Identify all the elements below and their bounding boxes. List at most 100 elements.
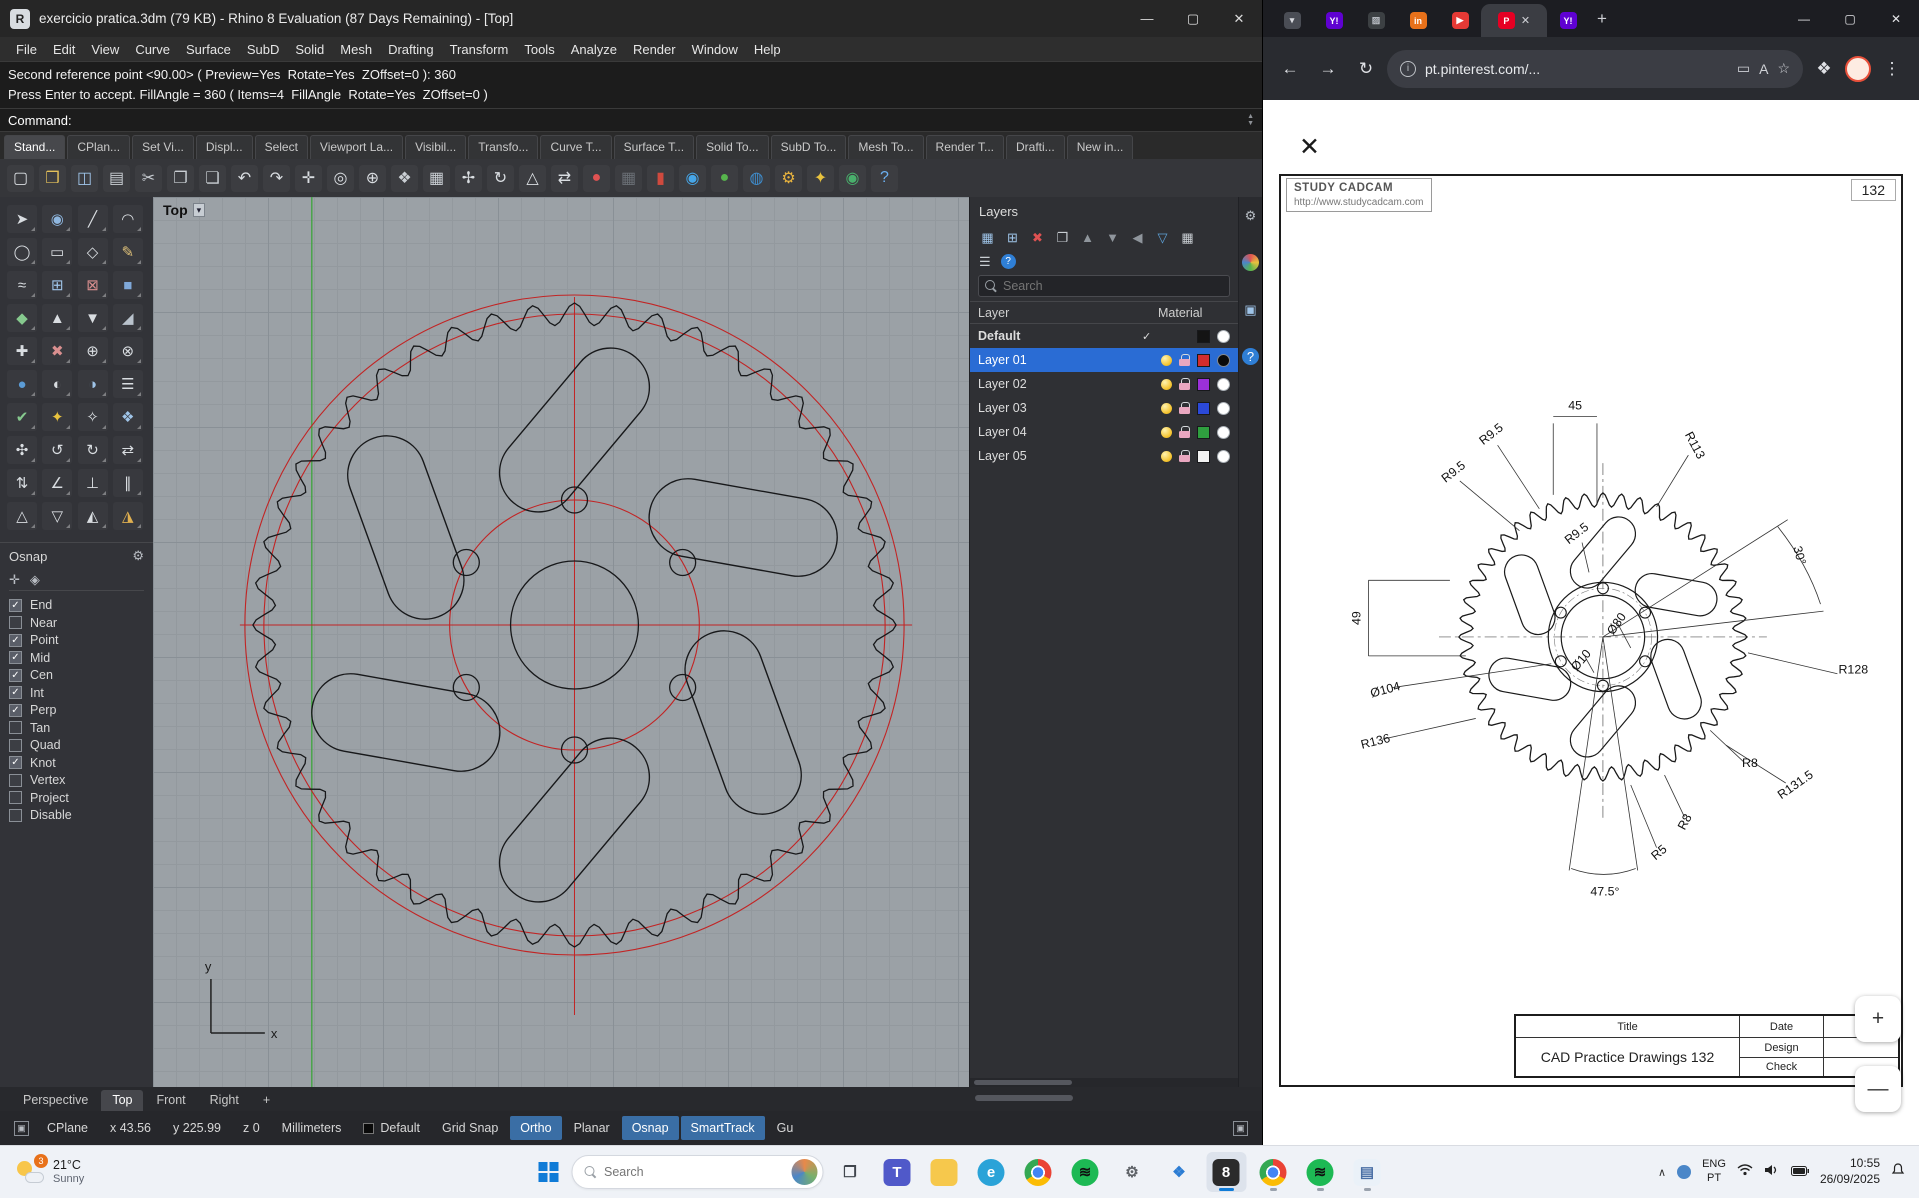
viewport-dropdown-icon[interactable]: ▾ [193,203,206,217]
status-item[interactable]: SmartTrack [681,1116,765,1140]
status-item[interactable]: CPlane [37,1116,98,1140]
toolbar-tab[interactable]: Visibil... [405,135,466,159]
layer-color-swatch[interactable] [1197,330,1210,343]
osnap-tool-icon[interactable]: ◈ [30,572,40,588]
toolbar-tool-icon[interactable]: ● [583,165,610,192]
osnap-option[interactable]: ✓ Quad [9,738,144,752]
browser-tab[interactable]: P ✕ [1481,4,1547,37]
toolbar-tool-icon[interactable]: ▮ [647,165,674,192]
close-button[interactable]: ✕ [1873,0,1919,37]
osnap-checkbox[interactable]: ✓ [9,599,22,612]
battery-icon[interactable] [1791,1163,1809,1181]
layers-toolbar-icon[interactable]: ▦ [1179,230,1196,246]
taskbar-search[interactable] [571,1155,823,1189]
layer-lock-icon[interactable] [1179,426,1190,438]
sidebar-tool-icon[interactable]: ◮ [113,502,143,530]
viewport-label[interactable]: Top ▾ [163,202,205,218]
toolbar-tab[interactable]: CPlan... [67,135,130,159]
taskbar-app-icon[interactable]: 8 [1206,1152,1246,1192]
layer-row[interactable]: Layer 02 ✓ [970,372,1238,396]
profile-avatar[interactable] [1845,56,1871,82]
menu-item[interactable]: Tools [516,40,562,59]
minimize-button[interactable]: — [1781,0,1827,37]
toolbar-tab[interactable]: Set Vi... [132,135,194,159]
viewport-top[interactable]: Top ▾ yx [153,197,969,1087]
browser-menu-icon[interactable]: ⋮ [1875,52,1909,86]
status-left-icon[interactable]: ▣ [14,1121,29,1136]
browser-tab[interactable]: ▶ ✕ [1439,4,1481,37]
layer-name[interactable]: Layer 05 [978,449,1135,463]
status-item[interactable]: Planar [564,1116,620,1140]
toolbar-tab[interactable]: Stand... [4,135,65,159]
browser-tab[interactable]: ▨ ✕ [1355,4,1397,37]
sidebar-tool-icon[interactable]: ▭ [42,238,72,266]
osnap-checkbox[interactable]: ✓ [9,809,22,822]
toolbar-tool-icon[interactable]: ❏ [199,165,226,192]
layer-name[interactable]: Layer 01 [978,353,1135,367]
reload-button[interactable]: ↻ [1349,52,1383,86]
toolbar-tool-icon[interactable]: ✂ [135,165,162,192]
toolbar-tab[interactable]: Render T... [926,135,1004,159]
osnap-checkbox[interactable]: ✓ [9,791,22,804]
browser-tab[interactable]: in ✕ [1397,4,1439,37]
toolbar-tool-icon[interactable]: ✛ [295,165,322,192]
osnap-option[interactable]: ✓ Perp [9,703,144,717]
panel-tab-icon[interactable] [1242,254,1259,271]
sidebar-tool-icon[interactable]: ◢ [113,304,143,332]
osnap-checkbox[interactable]: ✓ [9,686,22,699]
layers-toolbar-icon[interactable]: ◀ [1129,230,1146,246]
viewport-tab[interactable]: Front [145,1090,196,1111]
panel-tab-icon[interactable]: ▣ [1242,301,1259,318]
osnap-option[interactable]: ✓ Int [9,686,144,700]
command-scroll-arrows[interactable]: ▲ ▼ [1247,113,1254,127]
layers-toolbar-icon[interactable]: ▲ [1079,230,1096,245]
weather-widget[interactable]: 3 21°C Sunny [0,1146,100,1198]
toolbar-tool-icon[interactable]: ◎ [327,165,354,192]
toolbar-tool-icon[interactable]: ▢ [7,165,34,192]
osnap-checkbox[interactable]: ✓ [9,651,22,664]
sidebar-tool-icon[interactable]: ◇ [78,238,108,266]
viewport-title[interactable]: Top [163,202,188,218]
layer-material-icon[interactable] [1217,354,1230,367]
close-button[interactable]: ✕ [1216,0,1262,37]
layer-lock-icon[interactable] [1179,450,1190,462]
layer-row[interactable]: Layer 05 ✓ [970,444,1238,468]
menu-item[interactable]: Transform [442,40,517,59]
taskbar-app-icon[interactable]: ❐ [830,1152,870,1192]
layer-color-swatch[interactable] [1197,354,1210,367]
menu-item[interactable]: View [83,40,127,59]
layer-row[interactable]: Default ✓ [970,324,1238,348]
taskbar-clock[interactable]: 10:55 26/09/2025 [1820,1156,1880,1187]
osnap-option[interactable]: ✓ Vertex [9,773,144,787]
extensions-icon[interactable]: ❖ [1807,52,1841,86]
layer-name[interactable]: Default [978,329,1135,343]
volume-icon[interactable] [1764,1163,1780,1181]
scroll-down-icon[interactable]: ▼ [1247,120,1254,127]
sidebar-tool-icon[interactable]: ⊗ [113,337,143,365]
sidebar-tool-icon[interactable]: ⇅ [7,469,37,497]
panel-tab-icon[interactable]: ⚙ [1242,207,1259,224]
browser-tab[interactable]: Y! ✕ [1547,4,1589,37]
toolbar-tool-icon[interactable]: △ [519,165,546,192]
sidebar-tool-icon[interactable]: ◆ [7,304,37,332]
layer-material-icon[interactable] [1217,378,1230,391]
taskbar-app-icon[interactable]: ▤ [1347,1152,1387,1192]
toolbar-tool-icon[interactable]: ↶ [231,165,258,192]
site-info-icon[interactable]: i [1400,61,1416,77]
status-item[interactable]: Default [353,1116,430,1140]
sidebar-tool-icon[interactable]: ⊞ [42,271,72,299]
taskbar-app-icon[interactable]: ❖ [1159,1152,1199,1192]
layer-row[interactable]: Layer 03 ✓ [970,396,1238,420]
toolbar-tool-icon[interactable]: ↻ [487,165,514,192]
status-item[interactable]: Gu [767,1116,804,1140]
menu-item[interactable]: Help [746,40,789,59]
pin-close-button[interactable]: ✕ [1299,132,1320,162]
cad-drawing-sheet[interactable]: 45R9.5R113R9.5R9.530°49Ø80Ø10Ø104R128R13… [1279,174,1903,1087]
maximize-button[interactable]: ▢ [1827,0,1873,37]
menu-item[interactable]: Mesh [332,40,380,59]
menu-item[interactable]: SubD [239,40,288,59]
toolbar-tool-icon[interactable]: ↷ [263,165,290,192]
browser-tab[interactable]: Y! ✕ [1313,4,1355,37]
layer-row[interactable]: Layer 04 ✓ [970,420,1238,444]
toolbar-tool-icon[interactable]: ▦ [615,165,642,192]
